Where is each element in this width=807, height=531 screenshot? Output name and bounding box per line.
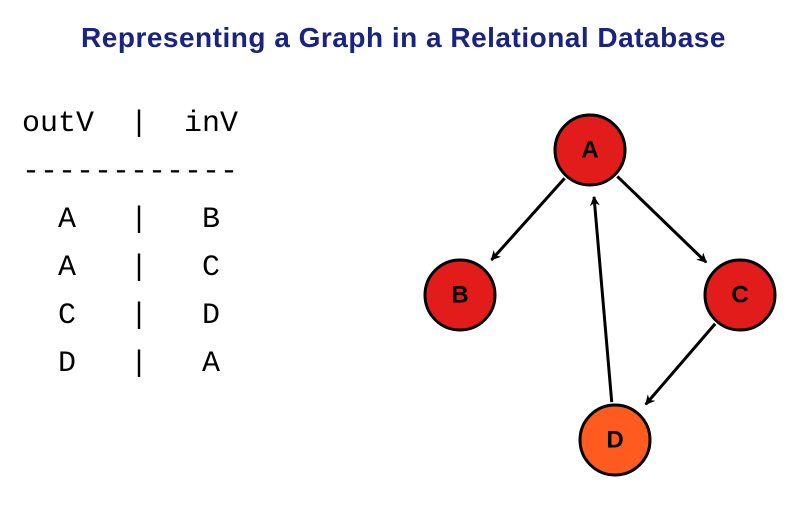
page-title: Representing a Graph in a Relational Dat… xyxy=(0,22,807,54)
graph-diagram: A B C D xyxy=(400,80,800,520)
edge-D-A xyxy=(594,197,612,402)
edge-C-D xyxy=(646,324,716,405)
node-C: C xyxy=(705,260,775,330)
svg-text:D: D xyxy=(606,427,623,454)
edge-table: outV | inV ------------ A | B A | C C | … xyxy=(22,100,256,388)
svg-text:B: B xyxy=(451,282,468,309)
edge-A-C xyxy=(617,176,706,262)
svg-text:C: C xyxy=(731,282,748,309)
edge-A-B xyxy=(491,178,564,260)
node-B: B xyxy=(425,260,495,330)
node-A: A xyxy=(555,115,625,185)
svg-text:A: A xyxy=(581,137,598,164)
node-D: D xyxy=(580,405,650,475)
